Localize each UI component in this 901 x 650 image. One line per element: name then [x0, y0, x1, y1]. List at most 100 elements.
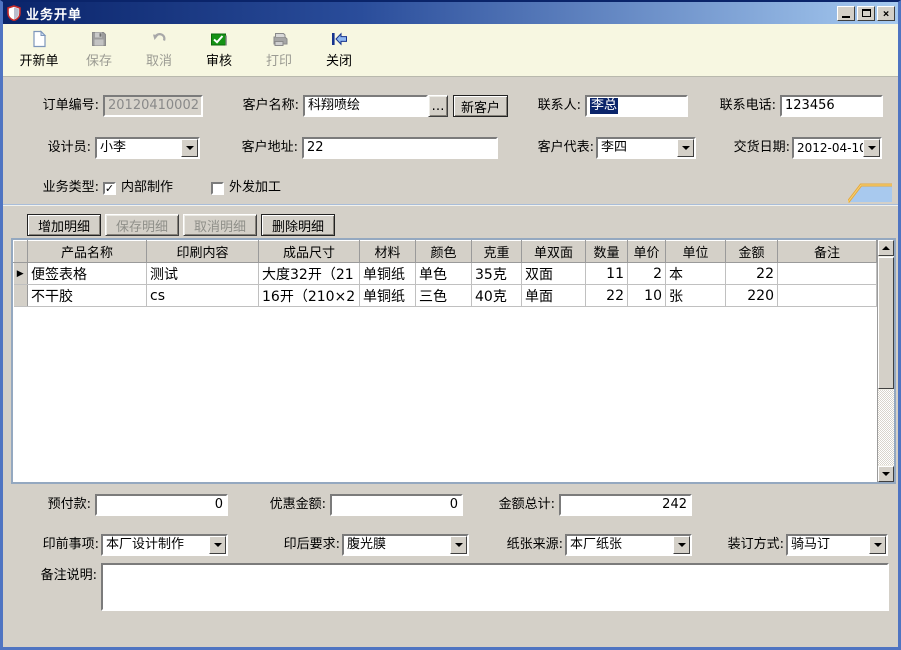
cancel-button[interactable]: 取消	[131, 28, 187, 73]
rep-combobox[interactable]: 李四	[596, 137, 696, 159]
window-title: 业务开单	[26, 4, 837, 23]
scroll-down-button[interactable]	[878, 466, 894, 482]
column-header: 材料	[360, 241, 416, 263]
toolbar-label: 关闭	[326, 50, 352, 69]
cell-qty[interactable]: 11	[586, 263, 628, 285]
binding-combobox[interactable]: 骑马订	[786, 534, 888, 556]
cell-price[interactable]: 10	[628, 285, 666, 307]
cell-weight[interactable]: 40克	[472, 285, 522, 307]
grid-vertical-scrollbar[interactable]	[877, 240, 894, 482]
internal-production-checkbox[interactable]: ✓	[103, 182, 116, 195]
row-selector	[14, 285, 28, 307]
delete-detail-button[interactable]: 删除明细	[261, 214, 335, 236]
cell-color[interactable]: 单色	[416, 263, 472, 285]
phone-label: 联系电话:	[701, 95, 776, 117]
order-no-label: 订单编号:	[19, 95, 99, 117]
chevron-down-icon	[186, 146, 194, 150]
address-field[interactable]: 22	[302, 137, 498, 159]
cell-qty[interactable]: 22	[586, 285, 628, 307]
phone-field[interactable]: 123456	[780, 95, 883, 117]
current-row-marker: ▶	[14, 263, 28, 285]
customer-browse-button[interactable]: …	[428, 95, 448, 117]
cell-note[interactable]	[778, 285, 877, 307]
table-row[interactable]: ▶ 便签表格 测试 大度32开（21 单铜纸 单色 35克 双面 11 2 本 …	[14, 263, 877, 285]
cell-weight[interactable]: 35克	[472, 263, 522, 285]
dropdown-button[interactable]	[869, 536, 886, 554]
dropdown-button[interactable]	[677, 139, 694, 157]
row-selector-header	[14, 241, 28, 263]
audit-button[interactable]: 审核	[191, 28, 247, 73]
chevron-down-icon	[455, 543, 463, 547]
corner-decoration	[848, 180, 892, 203]
scroll-up-button[interactable]	[878, 240, 894, 256]
cell-sides[interactable]: 单面	[522, 285, 586, 307]
cell-material[interactable]: 单铜纸	[360, 285, 416, 307]
dropdown-button[interactable]	[673, 536, 690, 554]
column-header: 金额	[726, 241, 778, 263]
column-header: 产品名称	[28, 241, 147, 263]
dropdown-button[interactable]	[450, 536, 467, 554]
postpress-combobox[interactable]: 腹光膜	[342, 534, 469, 556]
chevron-down-icon	[868, 146, 876, 150]
cell-note[interactable]	[778, 263, 877, 285]
cell-print-content[interactable]: cs	[147, 285, 259, 307]
cell-size[interactable]: 16开（210×2	[259, 285, 360, 307]
close-arrow-icon	[330, 30, 348, 48]
dropdown-button[interactable]	[863, 139, 880, 157]
cell-amount[interactable]: 22	[726, 263, 778, 285]
cell-unit[interactable]: 张	[666, 285, 726, 307]
designer-label: 设计员:	[19, 137, 91, 159]
grand-total-field: 242	[559, 494, 692, 516]
cancel-detail-button[interactable]: 取消明细	[183, 214, 257, 236]
minimize-button[interactable]	[837, 6, 855, 21]
maximize-button[interactable]	[857, 6, 875, 21]
new-customer-button[interactable]: 新客户	[453, 95, 508, 117]
dropdown-button[interactable]	[181, 139, 198, 157]
outsourced-checkbox[interactable]	[211, 182, 224, 195]
prepay-field[interactable]: 0	[95, 494, 228, 516]
cell-amount[interactable]: 220	[726, 285, 778, 307]
designer-combobox[interactable]: 小李	[95, 137, 200, 159]
cell-color[interactable]: 三色	[416, 285, 472, 307]
column-header: 数量	[586, 241, 628, 263]
contact-field[interactable]: 李总	[585, 95, 688, 117]
paper-source-combobox[interactable]: 本厂纸张	[565, 534, 692, 556]
remark-textarea[interactable]	[101, 563, 889, 611]
cell-unit[interactable]: 本	[666, 263, 726, 285]
outsourced-label: 外发加工	[229, 177, 281, 199]
new-order-button[interactable]: 开新单	[11, 28, 67, 73]
close-window-button[interactable]: 关闭	[311, 28, 367, 73]
arrow-up-icon	[882, 246, 890, 250]
delivery-date-picker[interactable]: 2012-04-10	[792, 137, 882, 159]
scrollbar-track[interactable]	[878, 390, 894, 465]
scrollbar-thumb[interactable]	[878, 257, 894, 389]
cell-print-content[interactable]: 测试	[147, 263, 259, 285]
close-button[interactable]: ×	[877, 6, 895, 21]
cell-size[interactable]: 大度32开（21	[259, 263, 360, 285]
column-header: 单价	[628, 241, 666, 263]
address-label: 客户地址:	[220, 137, 298, 159]
cell-product[interactable]: 便签表格	[28, 263, 147, 285]
toolbar-label: 打印	[266, 50, 292, 69]
discount-field[interactable]: 0	[330, 494, 463, 516]
column-header: 印刷内容	[147, 241, 259, 263]
arrow-down-icon	[882, 472, 890, 476]
panel-divider	[3, 204, 898, 206]
customer-name-field[interactable]: 科翔喷绘	[303, 95, 428, 117]
cell-price[interactable]: 2	[628, 263, 666, 285]
save-detail-button[interactable]: 保存明细	[105, 214, 179, 236]
cell-material[interactable]: 单铜纸	[360, 263, 416, 285]
app-icon	[6, 5, 22, 21]
print-button[interactable]: 打印	[251, 28, 307, 73]
toolbar-label: 保存	[86, 50, 112, 69]
add-detail-button[interactable]: 增加明细	[27, 214, 101, 236]
save-button[interactable]: 保存	[71, 28, 127, 73]
cell-sides[interactable]: 双面	[522, 263, 586, 285]
dropdown-button[interactable]	[209, 536, 226, 554]
binding-label: 装订方式:	[706, 534, 784, 556]
column-header: 成品尺寸	[259, 241, 360, 263]
cell-product[interactable]: 不干胶	[28, 285, 147, 307]
print-icon	[270, 30, 288, 48]
prepress-combobox[interactable]: 本厂设计制作	[101, 534, 228, 556]
table-row[interactable]: 不干胶 cs 16开（210×2 单铜纸 三色 40克 单面 22 10 张 2…	[14, 285, 877, 307]
